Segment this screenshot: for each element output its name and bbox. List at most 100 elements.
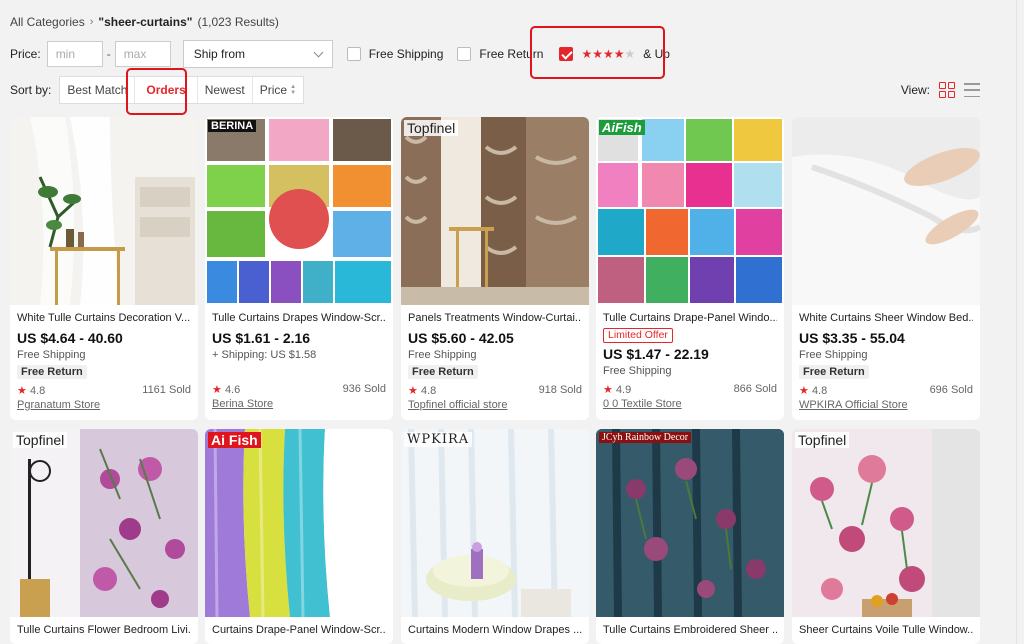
product-image[interactable]: Topfinel: [401, 117, 589, 305]
product-card[interactable]: Ai Fish Curtains Drape-Panel Window-Scr.…: [205, 429, 393, 644]
brand-logo: Topfinel: [404, 120, 459, 136]
product-title[interactable]: Tulle Curtains Drapes Window-Scr...: [212, 311, 386, 325]
view-switcher: View:: [901, 82, 980, 98]
star-icon: ★: [408, 385, 418, 397]
store-link[interactable]: WPKIRA Official Store: [799, 399, 973, 411]
breadcrumb-all-categories[interactable]: All Categories: [10, 15, 85, 29]
free-shipping-label: Free Shipping: [368, 47, 444, 61]
product-title[interactable]: Sheer Curtains Voile Tulle Window...: [799, 623, 973, 637]
free-return-tag: Free Return: [408, 365, 478, 379]
sort-best-match[interactable]: Best Match: [60, 77, 136, 103]
product-image[interactable]: AiFish: [596, 117, 784, 305]
product-price: US $1.47 - 22.19: [603, 346, 709, 362]
brand-logo: AiFish: [599, 120, 645, 135]
star-icon: ★: [17, 385, 27, 397]
sold-count: 918 Sold: [538, 384, 582, 396]
sort-newest[interactable]: Newest: [198, 77, 253, 103]
grid-view-icon[interactable]: [939, 82, 955, 98]
shipping-info: Free Shipping: [799, 349, 868, 361]
free-return-tag: Free Return: [799, 365, 869, 379]
product-price: US $1.61 - 2.16: [212, 330, 311, 346]
product-card[interactable]: WPKIRA Curtains Modern Window Drapes ...: [401, 429, 589, 644]
rating-value: 4.8: [420, 385, 437, 397]
product-image[interactable]: [792, 117, 980, 305]
ship-from-select[interactable]: Ship from: [182, 40, 333, 68]
sold-count: 696 Sold: [929, 384, 973, 396]
rating-row: ★ 4.8 918 Sold: [408, 384, 582, 397]
star-icon: ★: [603, 384, 613, 396]
product-image[interactable]: [10, 117, 198, 305]
product-image[interactable]: Topfinel: [792, 429, 980, 617]
product-price: US $4.64 - 40.60: [17, 330, 123, 346]
free-return-tag: Free Return: [17, 365, 87, 379]
rating-value: 4.6: [224, 384, 241, 396]
breadcrumb-separator: ›: [89, 16, 94, 28]
product-title[interactable]: White Tulle Curtains Decoration V...: [17, 311, 191, 325]
product-title[interactable]: Tulle Curtains Flower Bedroom Livi...: [17, 623, 191, 637]
star-icon: ★: [799, 385, 809, 397]
brand-logo: WPKIRA: [404, 432, 473, 447]
limited-offer-badge: Limited Offer: [603, 328, 673, 343]
shipping-info: Free Shipping: [17, 349, 86, 361]
product-image[interactable]: JCyh Rainbow Decor: [596, 429, 784, 617]
search-query: "sheer-curtains": [98, 15, 193, 29]
breadcrumb: All Categories › "sheer-curtains" (1,023…: [10, 15, 279, 29]
scrollbar[interactable]: [1016, 0, 1024, 644]
checkbox-icon: [457, 47, 472, 61]
rating-row: ★ 4.9 866 Sold: [603, 383, 777, 396]
brand-logo: BERINA: [208, 120, 257, 132]
rating-highlight-box: [530, 26, 665, 79]
view-label: View:: [900, 83, 930, 97]
ship-from-label: Ship from: [193, 47, 246, 61]
product-title[interactable]: Curtains Modern Window Drapes ...: [408, 623, 582, 637]
brand-logo: Ai Fish: [208, 432, 261, 448]
store-link[interactable]: Pgranatum Store: [17, 399, 191, 411]
sold-count: 1161 Sold: [142, 384, 191, 396]
brand-logo: JCyh Rainbow Decor: [599, 432, 692, 443]
product-card[interactable]: AiFish Tulle Curtains Drape-Panel Windo.…: [596, 117, 784, 420]
product-image[interactable]: BERINA: [205, 117, 393, 305]
store-link[interactable]: Berina Store: [212, 398, 386, 410]
list-view-icon[interactable]: [964, 83, 980, 97]
product-image[interactable]: Ai Fish: [205, 429, 393, 617]
star-icon: ★: [212, 384, 222, 396]
product-image[interactable]: WPKIRA: [401, 429, 589, 617]
brand-logo: Topfinel: [795, 432, 850, 448]
rating-value: 4.8: [811, 385, 828, 397]
brand-logo: Topfinel: [13, 432, 68, 448]
product-image[interactable]: Topfinel: [10, 429, 198, 617]
product-title[interactable]: Panels Treatments Window-Curtai...: [408, 311, 582, 325]
sold-count: 866 Sold: [733, 383, 777, 395]
rating-value: 4.9: [615, 384, 632, 396]
shipping-info: Free Shipping: [408, 349, 477, 361]
free-shipping-checkbox[interactable]: Free Shipping: [346, 47, 444, 61]
rating-row: ★ 4.6 936 Sold: [212, 383, 386, 396]
store-link[interactable]: Topfinel official store: [408, 399, 582, 411]
product-title[interactable]: Curtains Drape-Panel Window-Scr...: [212, 623, 386, 637]
orders-highlight-box: [126, 68, 187, 115]
product-card[interactable]: Topfinel Sheer Curtains Voile Tulle Wind…: [792, 429, 980, 644]
price-dash: -: [106, 47, 111, 61]
rating-row: ★ 4.8 696 Sold: [799, 384, 973, 397]
product-card[interactable]: White Tulle Curtains Decoration V... US …: [10, 117, 198, 420]
product-card[interactable]: JCyh Rainbow Decor Tulle Curtains Embroi…: [596, 429, 784, 644]
product-card[interactable]: Topfinel Tulle Curtains Flower Bedroom L…: [10, 429, 198, 644]
product-title[interactable]: Tulle Curtains Drape-Panel Windo...: [603, 311, 777, 325]
rating-value: 4.8: [29, 385, 46, 397]
product-title[interactable]: White Curtains Sheer Window Bed...: [799, 311, 973, 325]
price-max-input[interactable]: [114, 41, 171, 67]
chevron-down-icon: [313, 47, 324, 57]
price-min-input[interactable]: [46, 41, 103, 67]
shipping-info: Free Shipping: [603, 365, 672, 377]
product-card[interactable]: White Curtains Sheer Window Bed... US $3…: [792, 117, 980, 420]
product-price: US $3.35 - 55.04: [799, 330, 905, 346]
sort-price[interactable]: Price ▲ ▼: [253, 77, 303, 103]
product-card[interactable]: BERINA Tulle Curtains Drapes Window-Scr.…: [205, 117, 393, 420]
rating-row: ★ 4.8 1161 Sold: [17, 384, 191, 397]
product-card[interactable]: Topfinel Panels Treatments Window-Curtai…: [401, 117, 589, 420]
store-link[interactable]: 0 0 Textile Store: [603, 398, 777, 410]
sort-label: Sort by:: [10, 83, 52, 97]
sort-arrows-icon: ▲ ▼: [290, 84, 297, 96]
price-label: Price:: [10, 47, 41, 61]
product-title[interactable]: Tulle Curtains Embroidered Sheer ...: [603, 623, 777, 637]
